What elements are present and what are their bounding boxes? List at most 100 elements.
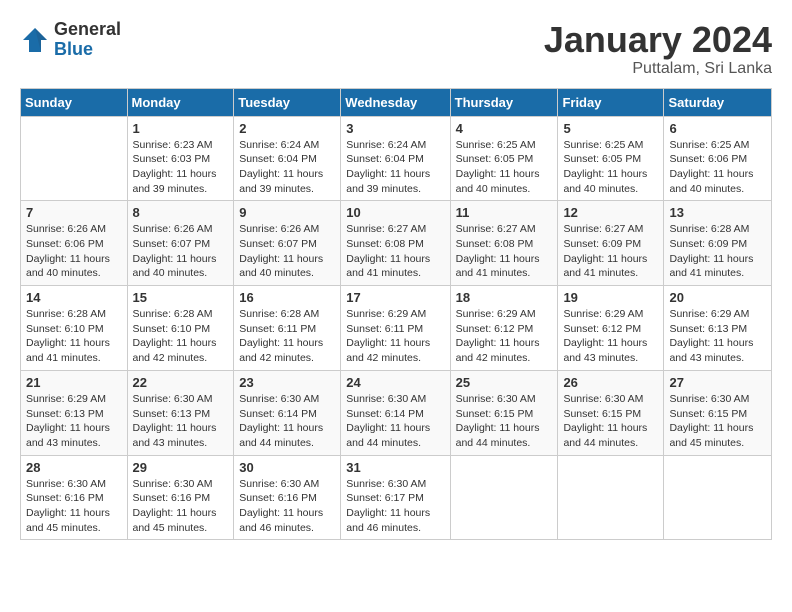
day-info: Sunrise: 6:26 AMSunset: 6:07 PMDaylight:… <box>239 223 323 279</box>
table-row <box>21 116 128 201</box>
table-row: 25 Sunrise: 6:30 AMSunset: 6:15 PMDaylig… <box>450 370 558 455</box>
day-info: Sunrise: 6:25 AMSunset: 6:06 PMDaylight:… <box>669 139 753 195</box>
table-row: 17 Sunrise: 6:29 AMSunset: 6:11 PMDaylig… <box>341 286 450 371</box>
day-info: Sunrise: 6:29 AMSunset: 6:12 PMDaylight:… <box>456 308 540 364</box>
calendar-table: Sunday Monday Tuesday Wednesday Thursday… <box>20 88 772 541</box>
day-number: 27 <box>669 375 766 390</box>
calendar-week-row: 21 Sunrise: 6:29 AMSunset: 6:13 PMDaylig… <box>21 370 772 455</box>
logo-icon <box>20 25 50 55</box>
day-info: Sunrise: 6:30 AMSunset: 6:16 PMDaylight:… <box>26 478 110 534</box>
day-number: 13 <box>669 205 766 220</box>
day-number: 26 <box>563 375 658 390</box>
calendar-week-row: 28 Sunrise: 6:30 AMSunset: 6:16 PMDaylig… <box>21 455 772 540</box>
col-thursday: Thursday <box>450 88 558 116</box>
table-row <box>558 455 664 540</box>
table-row <box>450 455 558 540</box>
calendar-header-row: Sunday Monday Tuesday Wednesday Thursday… <box>21 88 772 116</box>
day-info: Sunrise: 6:28 AMSunset: 6:09 PMDaylight:… <box>669 223 753 279</box>
day-number: 5 <box>563 121 658 136</box>
day-info: Sunrise: 6:24 AMSunset: 6:04 PMDaylight:… <box>239 139 323 195</box>
day-number: 28 <box>26 460 122 475</box>
table-row: 12 Sunrise: 6:27 AMSunset: 6:09 PMDaylig… <box>558 201 664 286</box>
day-number: 12 <box>563 205 658 220</box>
day-number: 20 <box>669 290 766 305</box>
day-info: Sunrise: 6:28 AMSunset: 6:11 PMDaylight:… <box>239 308 323 364</box>
col-friday: Friday <box>558 88 664 116</box>
day-info: Sunrise: 6:30 AMSunset: 6:17 PMDaylight:… <box>346 478 430 534</box>
day-info: Sunrise: 6:29 AMSunset: 6:13 PMDaylight:… <box>26 393 110 449</box>
day-number: 22 <box>133 375 229 390</box>
table-row: 5 Sunrise: 6:25 AMSunset: 6:05 PMDayligh… <box>558 116 664 201</box>
page-header: General Blue January 2024 Puttalam, Sri … <box>20 20 772 78</box>
day-number: 11 <box>456 205 553 220</box>
day-info: Sunrise: 6:29 AMSunset: 6:13 PMDaylight:… <box>669 308 753 364</box>
day-number: 10 <box>346 205 444 220</box>
day-number: 21 <box>26 375 122 390</box>
day-number: 4 <box>456 121 553 136</box>
day-info: Sunrise: 6:25 AMSunset: 6:05 PMDaylight:… <box>456 139 540 195</box>
day-info: Sunrise: 6:30 AMSunset: 6:13 PMDaylight:… <box>133 393 217 449</box>
day-number: 30 <box>239 460 335 475</box>
table-row: 23 Sunrise: 6:30 AMSunset: 6:14 PMDaylig… <box>234 370 341 455</box>
day-number: 18 <box>456 290 553 305</box>
day-info: Sunrise: 6:30 AMSunset: 6:15 PMDaylight:… <box>669 393 753 449</box>
logo-general: General <box>54 20 121 40</box>
table-row: 4 Sunrise: 6:25 AMSunset: 6:05 PMDayligh… <box>450 116 558 201</box>
col-monday: Monday <box>127 88 234 116</box>
day-info: Sunrise: 6:28 AMSunset: 6:10 PMDaylight:… <box>26 308 110 364</box>
col-wednesday: Wednesday <box>341 88 450 116</box>
table-row: 3 Sunrise: 6:24 AMSunset: 6:04 PMDayligh… <box>341 116 450 201</box>
day-number: 14 <box>26 290 122 305</box>
day-number: 9 <box>239 205 335 220</box>
day-info: Sunrise: 6:27 AMSunset: 6:08 PMDaylight:… <box>456 223 540 279</box>
table-row: 1 Sunrise: 6:23 AMSunset: 6:03 PMDayligh… <box>127 116 234 201</box>
table-row: 20 Sunrise: 6:29 AMSunset: 6:13 PMDaylig… <box>664 286 772 371</box>
logo-blue: Blue <box>54 40 121 60</box>
day-number: 7 <box>26 205 122 220</box>
day-number: 24 <box>346 375 444 390</box>
day-info: Sunrise: 6:28 AMSunset: 6:10 PMDaylight:… <box>133 308 217 364</box>
day-info: Sunrise: 6:30 AMSunset: 6:16 PMDaylight:… <box>133 478 217 534</box>
day-info: Sunrise: 6:24 AMSunset: 6:04 PMDaylight:… <box>346 139 430 195</box>
day-info: Sunrise: 6:26 AMSunset: 6:06 PMDaylight:… <box>26 223 110 279</box>
calendar-week-row: 14 Sunrise: 6:28 AMSunset: 6:10 PMDaylig… <box>21 286 772 371</box>
table-row: 26 Sunrise: 6:30 AMSunset: 6:15 PMDaylig… <box>558 370 664 455</box>
table-row: 11 Sunrise: 6:27 AMSunset: 6:08 PMDaylig… <box>450 201 558 286</box>
table-row: 27 Sunrise: 6:30 AMSunset: 6:15 PMDaylig… <box>664 370 772 455</box>
table-row: 7 Sunrise: 6:26 AMSunset: 6:06 PMDayligh… <box>21 201 128 286</box>
day-number: 8 <box>133 205 229 220</box>
table-row: 22 Sunrise: 6:30 AMSunset: 6:13 PMDaylig… <box>127 370 234 455</box>
table-row: 9 Sunrise: 6:26 AMSunset: 6:07 PMDayligh… <box>234 201 341 286</box>
col-sunday: Sunday <box>21 88 128 116</box>
table-row: 19 Sunrise: 6:29 AMSunset: 6:12 PMDaylig… <box>558 286 664 371</box>
day-number: 3 <box>346 121 444 136</box>
day-info: Sunrise: 6:30 AMSunset: 6:15 PMDaylight:… <box>456 393 540 449</box>
table-row: 29 Sunrise: 6:30 AMSunset: 6:16 PMDaylig… <box>127 455 234 540</box>
calendar-week-row: 7 Sunrise: 6:26 AMSunset: 6:06 PMDayligh… <box>21 201 772 286</box>
table-row: 16 Sunrise: 6:28 AMSunset: 6:11 PMDaylig… <box>234 286 341 371</box>
title-month: January 2024 <box>544 20 772 60</box>
table-row: 14 Sunrise: 6:28 AMSunset: 6:10 PMDaylig… <box>21 286 128 371</box>
day-info: Sunrise: 6:29 AMSunset: 6:12 PMDaylight:… <box>563 308 647 364</box>
day-number: 31 <box>346 460 444 475</box>
day-number: 23 <box>239 375 335 390</box>
day-info: Sunrise: 6:29 AMSunset: 6:11 PMDaylight:… <box>346 308 430 364</box>
day-info: Sunrise: 6:25 AMSunset: 6:05 PMDaylight:… <box>563 139 647 195</box>
day-number: 17 <box>346 290 444 305</box>
day-number: 19 <box>563 290 658 305</box>
title-block: January 2024 Puttalam, Sri Lanka <box>544 20 772 78</box>
table-row: 10 Sunrise: 6:27 AMSunset: 6:08 PMDaylig… <box>341 201 450 286</box>
table-row: 2 Sunrise: 6:24 AMSunset: 6:04 PMDayligh… <box>234 116 341 201</box>
table-row: 31 Sunrise: 6:30 AMSunset: 6:17 PMDaylig… <box>341 455 450 540</box>
day-number: 2 <box>239 121 335 136</box>
day-info: Sunrise: 6:30 AMSunset: 6:14 PMDaylight:… <box>346 393 430 449</box>
col-tuesday: Tuesday <box>234 88 341 116</box>
day-info: Sunrise: 6:27 AMSunset: 6:08 PMDaylight:… <box>346 223 430 279</box>
logo-text: General Blue <box>54 20 121 60</box>
table-row: 28 Sunrise: 6:30 AMSunset: 6:16 PMDaylig… <box>21 455 128 540</box>
day-info: Sunrise: 6:30 AMSunset: 6:14 PMDaylight:… <box>239 393 323 449</box>
day-number: 16 <box>239 290 335 305</box>
calendar-week-row: 1 Sunrise: 6:23 AMSunset: 6:03 PMDayligh… <box>21 116 772 201</box>
table-row: 6 Sunrise: 6:25 AMSunset: 6:06 PMDayligh… <box>664 116 772 201</box>
day-number: 1 <box>133 121 229 136</box>
